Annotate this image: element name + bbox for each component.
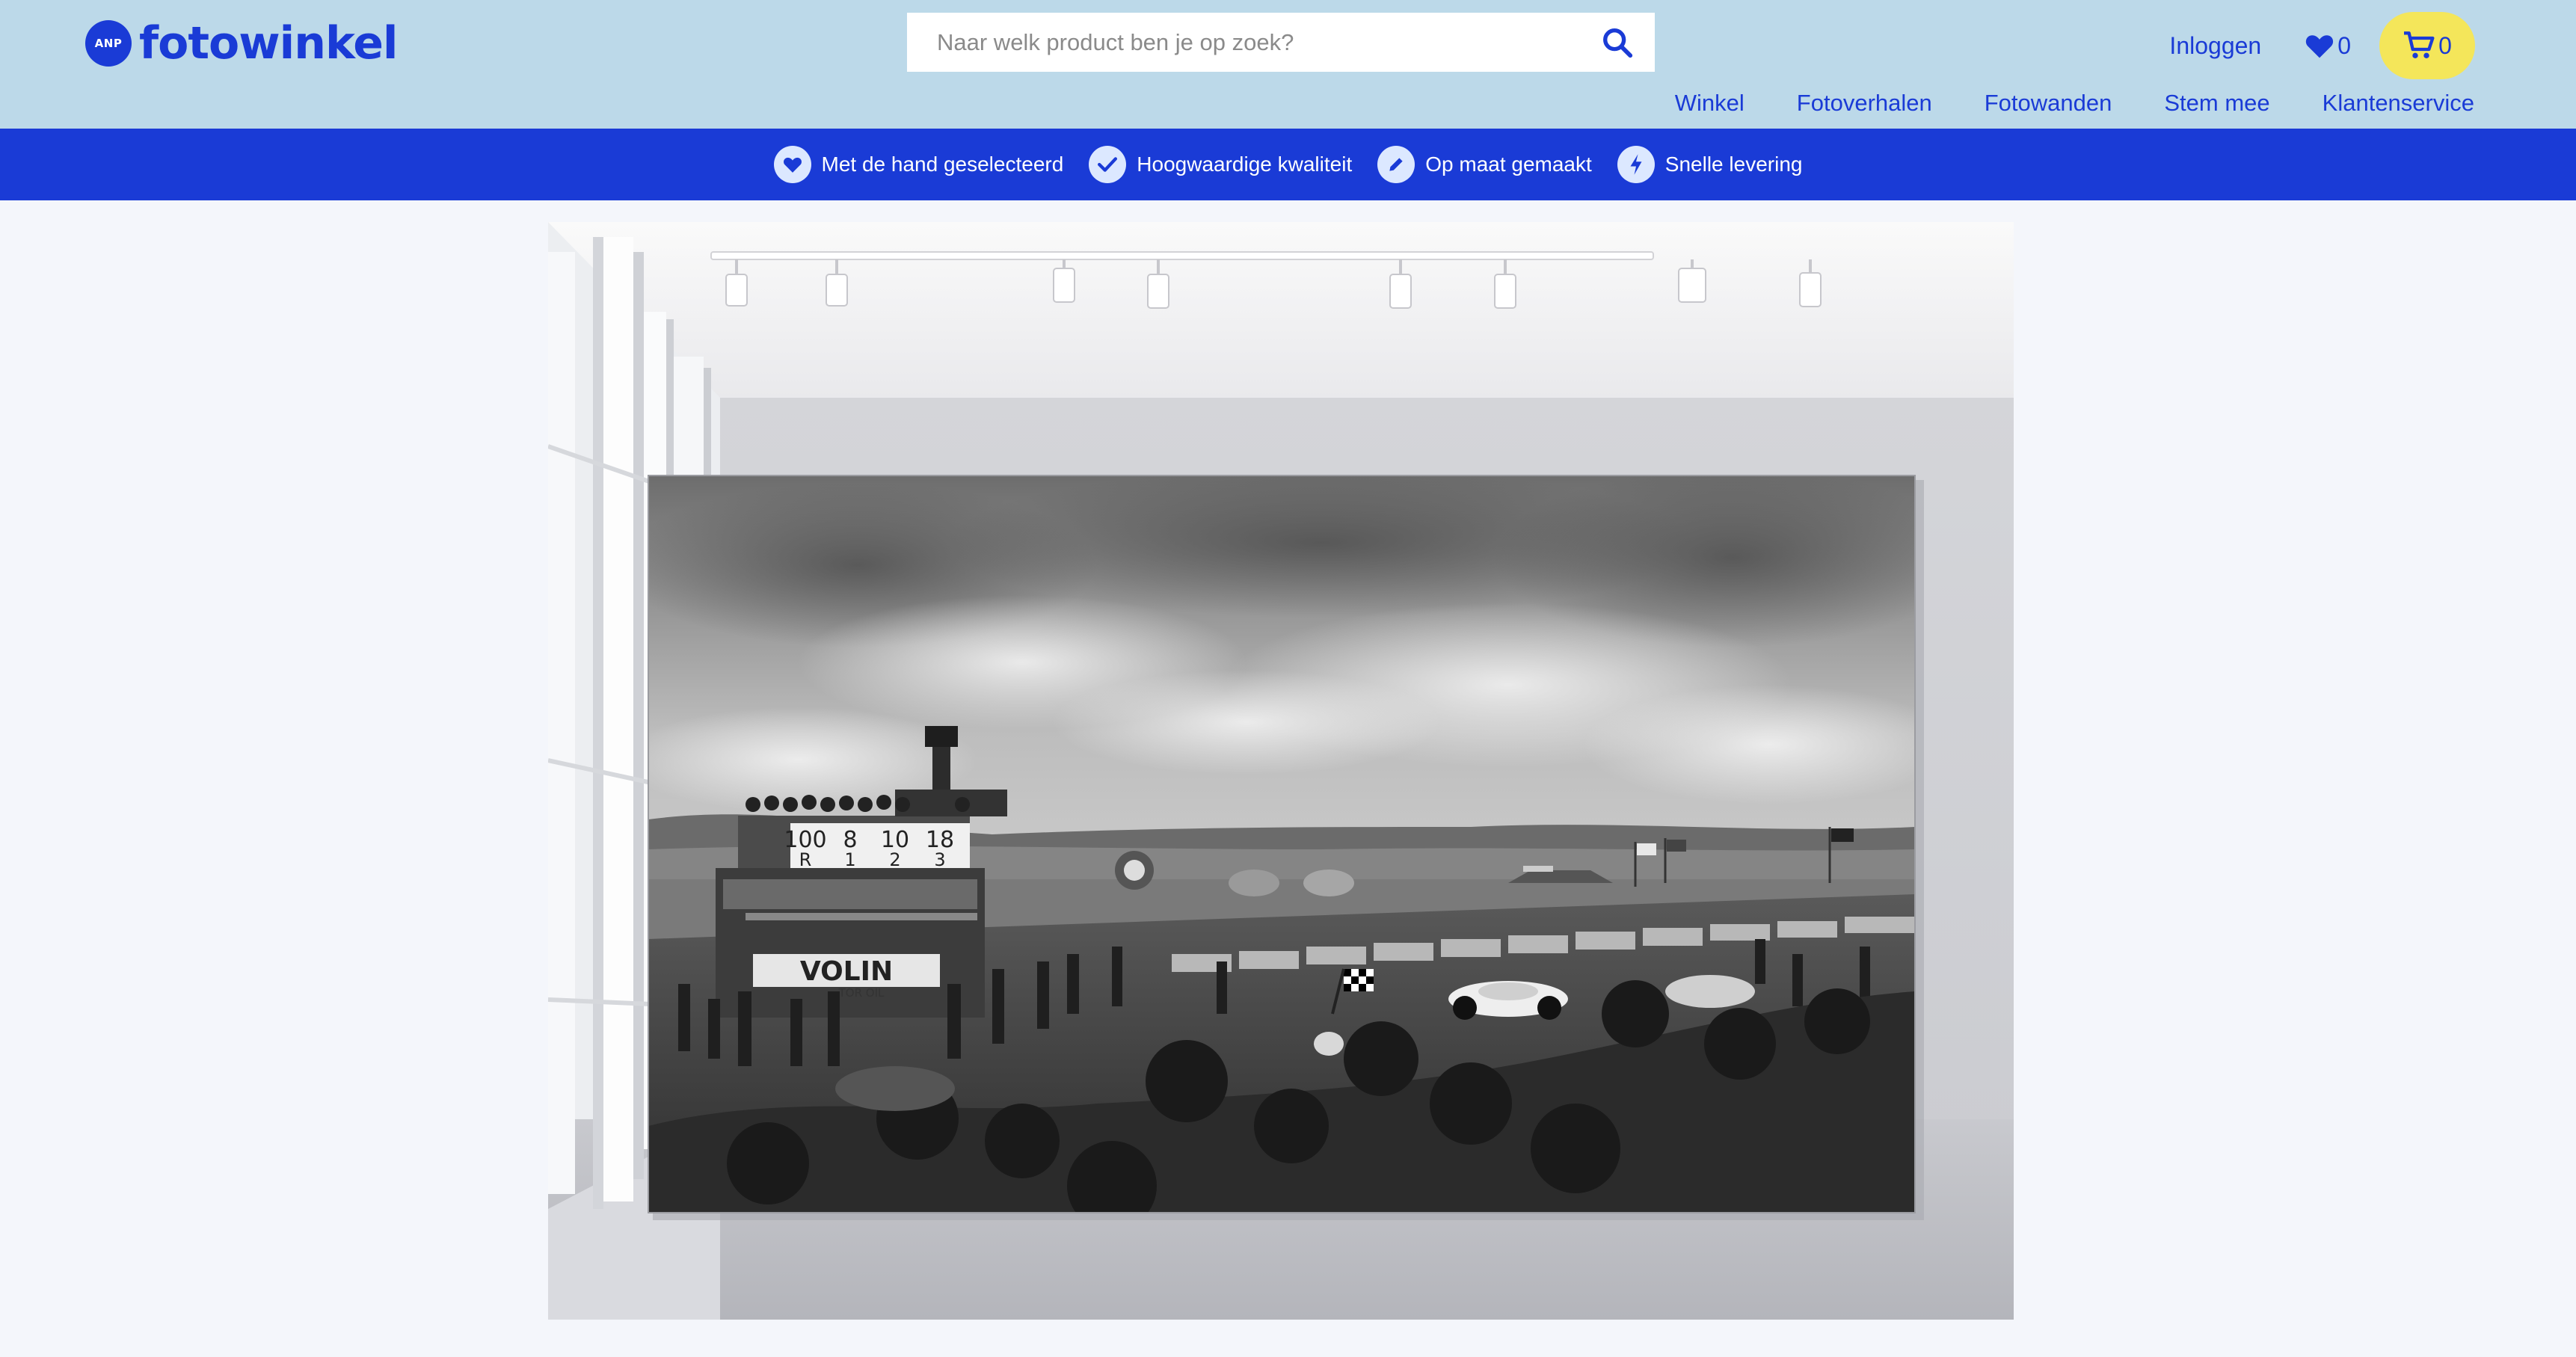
cart-icon: [2404, 31, 2435, 58]
main-nav: Winkel Fotoverhalen Fotowanden Stem mee …: [1623, 90, 2474, 117]
banner-subtext: TOR OIL: [838, 986, 885, 1000]
usp-quality: Hoogwaardige kwaliteit: [1089, 146, 1352, 183]
login-link[interactable]: Inloggen: [2169, 32, 2261, 60]
search-input[interactable]: [907, 13, 1580, 72]
usp-label: Hoogwaardige kwaliteit: [1137, 153, 1353, 176]
nav-stem-mee[interactable]: Stem mee: [2164, 90, 2269, 117]
scoreboard-cell: 2: [889, 849, 900, 870]
scoreboard-cell: 3: [934, 849, 945, 870]
cart-button[interactable]: 0: [2379, 12, 2475, 79]
heart-icon: [773, 146, 811, 183]
search-icon: [1603, 28, 1633, 58]
race-car: [1448, 981, 1568, 1020]
logo-text: fotowinkel: [139, 17, 398, 70]
usp-label: Snelle levering: [1664, 153, 1803, 176]
nav-fotoverhalen[interactable]: Fotoverhalen: [1797, 90, 1932, 117]
pencil-icon: [1377, 146, 1415, 183]
lightning-icon: [1617, 146, 1655, 183]
product-image[interactable]: 100 8 10 18 R 1 2 3 VOLIN TOR OIL: [548, 222, 2014, 1320]
search-bar: [907, 13, 1655, 72]
scoreboard-cell: R: [799, 849, 812, 870]
site-header: ANP fotowinkel Inloggen 0 0: [0, 0, 2576, 129]
search-button[interactable]: [1580, 13, 1655, 72]
banner-text: VOLIN: [800, 956, 893, 987]
check-icon: [1089, 146, 1127, 183]
room-mockup: 100 8 10 18 R 1 2 3 VOLIN TOR OIL: [548, 222, 2014, 1320]
account-tools: Inloggen 0 0: [2169, 12, 2475, 79]
logo[interactable]: ANP fotowinkel: [85, 16, 398, 70]
logo-badge: ANP: [85, 20, 132, 67]
usp-hand-selected: Met de hand geselecteerd: [773, 146, 1064, 183]
nav-fotowanden[interactable]: Fotowanden: [1985, 90, 2112, 117]
heart-icon: [2306, 35, 2334, 58]
favorites-count: 0: [2337, 31, 2351, 59]
usp-fast-delivery: Snelle levering: [1617, 146, 1803, 183]
usp-label: Met de hand geselecteerd: [821, 153, 1064, 176]
photo-canvas: 100 8 10 18 R 1 2 3 VOLIN TOR OIL: [648, 475, 1916, 1213]
scoreboard-cell: 1: [844, 849, 855, 870]
usp-bar: Met de hand geselecteerd Hoogwaardige kw…: [0, 129, 2576, 200]
usp-label: Op maat gemaakt: [1425, 153, 1592, 176]
nav-winkel[interactable]: Winkel: [1675, 90, 1745, 117]
favorites-button[interactable]: 0: [2305, 32, 2351, 60]
usp-custom-made: Op maat gemaakt: [1377, 146, 1592, 183]
cart-count: 0: [2438, 31, 2452, 59]
nav-klantenservice[interactable]: Klantenservice: [2323, 90, 2474, 117]
